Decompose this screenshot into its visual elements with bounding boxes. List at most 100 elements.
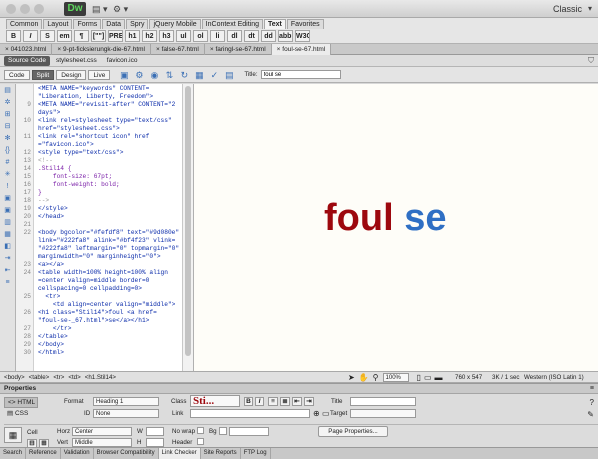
- document-tab[interactable]: × 041023.html: [0, 43, 53, 55]
- syntax-error-icon[interactable]: !: [3, 182, 13, 191]
- id-select[interactable]: None: [93, 409, 159, 418]
- indent-button-icon[interactable]: ⇥: [304, 397, 314, 406]
- insert-button[interactable]: li: [210, 30, 225, 42]
- insert-tab[interactable]: InContext Editing: [201, 19, 263, 29]
- class-select[interactable]: Sti...: [190, 395, 240, 407]
- related-file[interactable]: Source Code: [4, 55, 50, 66]
- insert-tab[interactable]: Layout: [43, 19, 73, 29]
- tag-selector-item[interactable]: <h1.Stil14>: [85, 374, 116, 381]
- insert-button[interactable]: B: [6, 30, 21, 42]
- results-tab[interactable]: Link Checker: [158, 448, 201, 459]
- insert-tab[interactable]: Common: [6, 19, 43, 29]
- insert-tab[interactable]: Data: [102, 19, 126, 29]
- indent-icon[interactable]: ⇥: [3, 254, 13, 263]
- workspace-switcher[interactable]: Classic: [553, 4, 582, 14]
- results-tab[interactable]: Validation: [61, 448, 94, 459]
- outdent-button-icon[interactable]: ⇤: [292, 397, 302, 406]
- bold-button[interactable]: B: [244, 397, 253, 406]
- layout-menu-icon[interactable]: ▤ ▾: [92, 4, 108, 15]
- panel-menu-icon[interactable]: ≡: [590, 385, 594, 392]
- design-view[interactable]: foul se: [193, 84, 598, 371]
- extend-menu-icon[interactable]: ⚙ ▾: [113, 4, 128, 15]
- insert-button[interactable]: PRE: [108, 30, 123, 42]
- page-heading[interactable]: foul se: [324, 198, 446, 238]
- insert-button[interactable]: h3: [159, 30, 174, 42]
- unordered-list-icon[interactable]: ≡: [268, 397, 278, 406]
- insert-button[interactable]: ul: [176, 30, 191, 42]
- format-source-icon[interactable]: ≡: [3, 278, 13, 287]
- title-prop-input[interactable]: [350, 397, 416, 406]
- wrap-tag-icon[interactable]: ▥: [3, 218, 13, 227]
- zoom-select[interactable]: 100%: [382, 373, 409, 382]
- apply-comment-icon[interactable]: ▣: [3, 194, 13, 203]
- insert-button[interactable]: abbr: [278, 30, 293, 42]
- results-tab[interactable]: Reference: [26, 448, 61, 459]
- insert-tab[interactable]: Text: [263, 19, 286, 29]
- width-input[interactable]: [146, 427, 164, 436]
- remove-comment-icon[interactable]: ▣: [3, 206, 13, 215]
- results-tab[interactable]: Search: [0, 448, 27, 459]
- view-design-button[interactable]: Design: [56, 69, 87, 80]
- point-to-file-icon[interactable]: ⊕: [313, 409, 320, 418]
- insert-button[interactable]: S: [40, 30, 55, 42]
- collapse-selection-icon[interactable]: ⊞: [3, 110, 13, 119]
- quick-tag-editor-icon[interactable]: ✎: [587, 410, 594, 419]
- hand-icon[interactable]: ✋: [359, 373, 369, 382]
- recent-snippets-icon[interactable]: ▦: [3, 230, 13, 239]
- insert-button[interactable]: I: [23, 30, 38, 42]
- insert-tab[interactable]: Spry: [126, 19, 149, 29]
- desktop-size-icon[interactable]: ▬: [435, 373, 443, 382]
- height-input[interactable]: [146, 438, 164, 447]
- collapse-tag-icon[interactable]: ✲: [3, 98, 13, 107]
- refresh-icon[interactable]: ↻: [178, 70, 190, 80]
- help-icon[interactable]: ?: [590, 398, 594, 407]
- filter-icon[interactable]: ⛉: [588, 56, 594, 66]
- expand-all-icon[interactable]: ⊟: [3, 122, 13, 131]
- insert-button[interactable]: [""]: [91, 30, 106, 42]
- zoom-icon[interactable]: ⚲: [373, 373, 379, 382]
- insert-button[interactable]: ol: [193, 30, 208, 42]
- title-input[interactable]: [260, 70, 341, 79]
- document-tab[interactable]: × 9-pt-ficksierungk-die-67.html: [52, 43, 152, 55]
- tag-selector-item[interactable]: <body>: [4, 374, 25, 381]
- italic-button[interactable]: I: [255, 397, 264, 406]
- insert-button[interactable]: ¶: [74, 30, 89, 42]
- highlight-invalid-icon[interactable]: ✳: [3, 170, 13, 179]
- related-file[interactable]: stylesheet.css: [52, 56, 101, 66]
- view-code-button[interactable]: Code: [4, 69, 30, 80]
- results-tab[interactable]: Browser Compatibility: [94, 448, 159, 459]
- scrollbar-thumb[interactable]: [185, 86, 191, 356]
- bg-color-swatch[interactable]: [219, 427, 227, 435]
- insert-button[interactable]: dl: [227, 30, 242, 42]
- multiscreen-icon[interactable]: ▣: [118, 70, 130, 80]
- move-css-icon[interactable]: ◧: [3, 242, 13, 251]
- insert-tab[interactable]: jQuery Mobile: [149, 19, 201, 29]
- insert-button[interactable]: dd: [261, 30, 276, 42]
- nowrap-checkbox[interactable]: [197, 427, 204, 434]
- window-dimensions[interactable]: 760 x 547: [455, 374, 482, 381]
- document-tab[interactable]: × foul-se-67.html: [271, 43, 332, 55]
- zoom-window-button[interactable]: [34, 4, 44, 14]
- insert-button[interactable]: dt: [244, 30, 259, 42]
- horz-select[interactable]: Center: [72, 427, 132, 436]
- view-live-button[interactable]: Live: [88, 69, 111, 80]
- tag-selector-item[interactable]: <table>: [29, 374, 50, 381]
- insert-button[interactable]: em: [57, 30, 72, 42]
- insert-button[interactable]: W3C: [295, 30, 310, 42]
- browser-check-icon[interactable]: ▤: [223, 70, 235, 80]
- workspace-chevron-icon[interactable]: ▾: [588, 4, 592, 13]
- document-tab[interactable]: × false-67.html: [151, 43, 205, 55]
- mobile-size-icon[interactable]: ▯: [417, 373, 421, 382]
- tag-selector-item[interactable]: <tr>: [53, 374, 64, 381]
- file-management-icon[interactable]: ⇅: [163, 70, 175, 80]
- results-tab[interactable]: FTP Log: [241, 448, 271, 459]
- code-scrollbar[interactable]: [182, 84, 193, 371]
- validate-icon[interactable]: ✓: [208, 70, 220, 80]
- live-view-options-icon[interactable]: ⚙: [133, 70, 145, 80]
- bg-color-input[interactable]: [229, 427, 269, 436]
- format-select[interactable]: Heading 1: [93, 397, 159, 406]
- ordered-list-icon[interactable]: ≣: [280, 397, 290, 406]
- insert-button[interactable]: h2: [142, 30, 157, 42]
- close-window-button[interactable]: [6, 4, 16, 14]
- code-view[interactable]: 9 10 11 12 13 14 15 16 17 18 19 20 21 22 23 24 25 26 27 28 2…: [16, 84, 182, 371]
